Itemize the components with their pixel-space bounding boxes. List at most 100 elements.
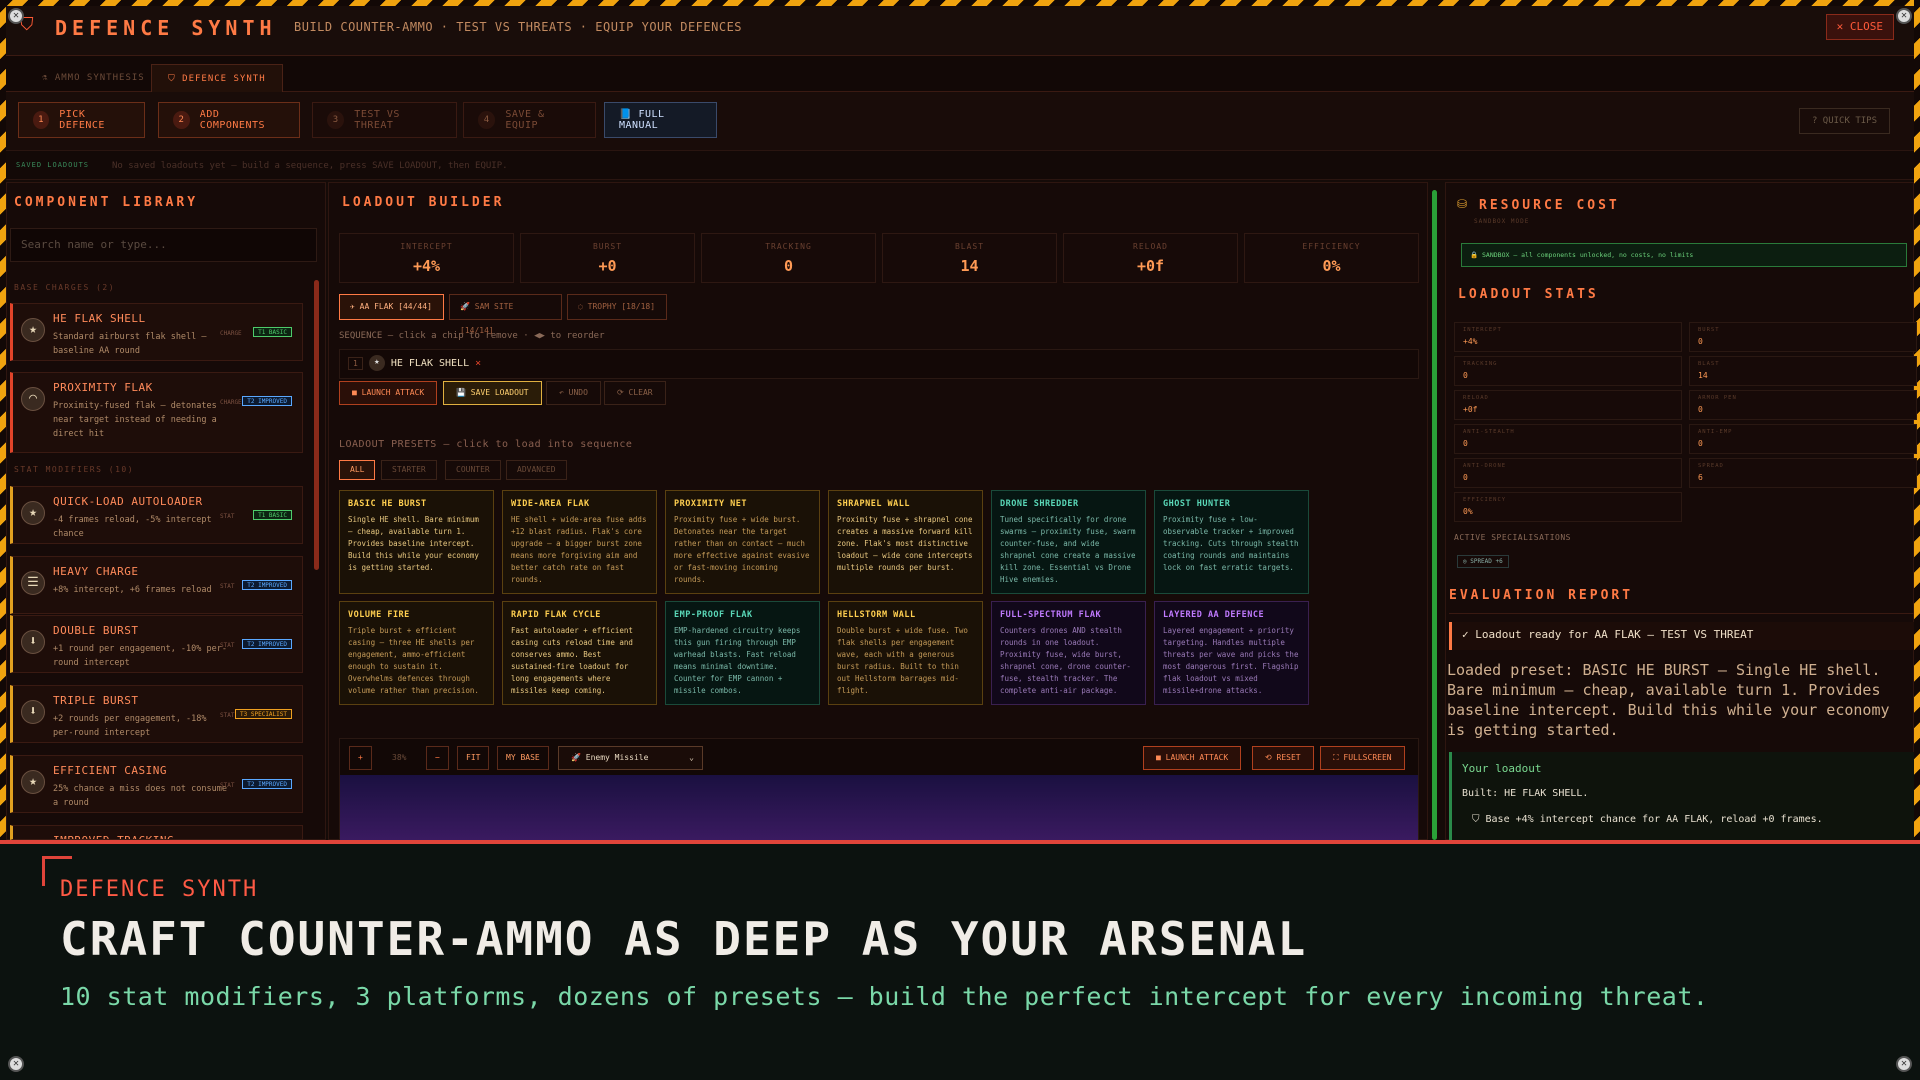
step-test-vs-threat[interactable]: 3 TEST VS THREAT — [312, 102, 457, 138]
section-stat-modifiers: STAT MODIFIERS (10) — [14, 465, 135, 474]
preset-desc: Proximity fuse + low-observable tracker … — [1163, 515, 1299, 572]
sequence-chip[interactable]: 1 ★ HE FLAK SHELL × — [348, 355, 481, 371]
component-card[interactable]: ★ HE FLAK SHELL Standard airburst flak she… — [10, 303, 303, 361]
preset-title: EMP-PROOF FLAK — [674, 610, 753, 620]
stat-box: INTERCEPT +4% — [339, 233, 514, 283]
loadout-stat: INTERCEPT +4% — [1454, 322, 1682, 352]
component-card[interactable]: ◠ PROXIMITY FLAK Proximity-fused flak — de… — [10, 372, 303, 453]
filter-all[interactable]: ALL — [339, 460, 376, 480]
component-desc: +8% intercept, +6 frames reload — [53, 585, 212, 595]
preset-card[interactable]: PROXIMITY NET Proximity fuse + wide burst… — [665, 490, 820, 594]
battle-view-canvas[interactable] — [340, 775, 1418, 840]
clear-button[interactable]: ⟳ CLEAR — [604, 381, 666, 405]
preset-desc: Proximity fuse + shrapnel cone creates a… — [837, 515, 973, 572]
saved-loadouts-empty: No saved loadouts yet — build a sequence… — [112, 161, 508, 171]
loadout-stat-value: 0 — [1698, 337, 1703, 346]
stat-box: TRACKING 0 — [701, 233, 876, 283]
preset-desc: Single HE shell. Bare minimum — cheap, a… — [348, 515, 479, 572]
sim-launch-attack-button[interactable]: ■ LAUNCH ATTACK — [1143, 746, 1242, 770]
preset-card[interactable]: BASIC HE BURST Single HE shell. Bare mini… — [339, 490, 494, 594]
preset-title: FULL-SPECTRUM FLAK — [1000, 610, 1102, 620]
step-pick-defence[interactable]: 1 PICK DEFENCE — [18, 102, 145, 138]
component-card[interactable]: ⬇ DOUBLE BURST +1 round per engagement, -1… — [10, 615, 303, 673]
my-base-button[interactable]: MY BASE — [497, 746, 549, 770]
report-text: Loaded preset: BASIC HE BURST — Single H… — [1447, 661, 1890, 739]
preset-desc: EMP-hardened circuitry keeps this gun fi… — [674, 626, 801, 695]
stat-value: 0% — [1322, 257, 1341, 275]
tab-defence-synth[interactable]: ⛉ DEFENCE SYNTH — [151, 64, 283, 92]
your-loadout-box: Your loadout Built: HE FLAK SHELL. ⛉ Bas… — [1449, 752, 1914, 840]
component-name: HEAVY CHARGE — [53, 565, 139, 578]
loadout-stat: ANTI-STEALTH 0 — [1454, 424, 1682, 454]
zoom-level: 38% — [392, 753, 407, 762]
loadout-stat-label: BURST — [1698, 327, 1720, 333]
step-bar: 1 PICK DEFENCE 2 ADD COMPONENTS 3 TEST VS T… — [6, 92, 1914, 150]
component-type: CHARGE — [220, 330, 242, 337]
preset-card[interactable]: RAPID FLAK CYCLE Fast autoloader + effici… — [502, 601, 657, 705]
component-desc: +2 rounds per engagement, -18% per-round… — [53, 714, 207, 738]
full-manual-button[interactable]: 📘 FULL MANUAL — [604, 102, 717, 138]
component-card[interactable]: ★ EFFICIENT CASING 25% chance a miss does … — [10, 755, 303, 813]
close-button[interactable]: ✕ CLOSE — [1825, 14, 1894, 40]
tab-ammo-synthesis[interactable]: ⚗ AMMO SYNTHESIS — [26, 64, 161, 92]
component-card[interactable]: ☰ HEAVY CHARGE +8% intercept, +6 frames re… — [10, 556, 303, 614]
component-card[interactable]: ★ QUICK-LOAD AUTOLOADER -4 frames reload, … — [10, 486, 303, 544]
chip-remove-icon[interactable]: × — [475, 358, 481, 369]
platform-sam-site[interactable]: 🚀 SAM SITE [14/14] — [449, 294, 562, 335]
zoom-in-button[interactable]: + — [349, 746, 372, 770]
zoom-out-button[interactable]: − — [426, 746, 449, 770]
preset-card[interactable]: SHRAPNEL WALL Proximity fuse + shrapnel c… — [828, 490, 983, 594]
preset-card[interactable]: VOLUME FIRE Triple burst + efficient casi… — [339, 601, 494, 705]
bolt-icon: ✕ — [8, 1056, 24, 1072]
loadout-stat-label: SPREAD — [1698, 463, 1724, 469]
preset-desc: Double burst + wide fuse. Two flak shell… — [837, 626, 968, 695]
filter-starter[interactable]: STARTER — [381, 460, 437, 480]
component-icon: ☰ — [21, 571, 45, 595]
tab-bar: ⚗ AMMO SYNTHESIS ⛉ DEFENCE SYNTH — [6, 56, 1914, 92]
component-desc: -4 frames reload, -5% intercept chance — [53, 515, 212, 539]
enemy-select[interactable]: 🚀 Enemy Missile ⌄ — [558, 746, 703, 770]
preset-desc: Proximity fuse + wide burst. Detonates n… — [674, 515, 810, 584]
launch-attack-button[interactable]: ■ LAUNCH ATTACK — [339, 381, 438, 405]
sequence-hint: SEQUENCE — click a chip to remove · ◀▶ t… — [339, 331, 605, 341]
preset-card[interactable]: WIDE-AREA FLAK HE shell + wide-area fuse … — [502, 490, 657, 594]
stat-box: RELOAD +0f — [1063, 233, 1238, 283]
reset-button[interactable]: ⟲ RESET — [1252, 746, 1314, 770]
library-scrollbar[interactable] — [314, 280, 319, 570]
platform-trophy[interactable]: ◌ TROPHY [18/18] — [567, 294, 667, 320]
loadout-stat: ANTI-EMP 0 — [1689, 424, 1917, 454]
preset-card[interactable]: FULL-SPECTRUM FLAK Counters drones AND st… — [991, 601, 1146, 705]
component-card[interactable]: ⬇ TRIPLE BURST +2 rounds per engagement, -… — [10, 685, 303, 743]
loadout-stat: ARMOR PEN 0 — [1689, 390, 1917, 420]
fullscreen-button[interactable]: ⛶ FULLSCREEN — [1320, 746, 1405, 770]
overlay-headline: CRAFT COUNTER-AMMO AS DEEP AS YOUR ARSEN… — [60, 912, 1308, 966]
sandbox-banner: 🔒 SANDBOX — all components unlocked, no … — [1461, 243, 1907, 267]
preset-card[interactable]: GHOST HUNTER Proximity fuse + low-observa… — [1154, 490, 1309, 594]
chip-name: HE FLAK SHELL — [390, 357, 470, 369]
component-card[interactable]: ★IMPROVED TRACKINGSTATT2 IMPROVED — [10, 825, 303, 840]
component-type: STAT — [220, 782, 235, 789]
step-add-components[interactable]: 2 ADD COMPONENTS — [158, 102, 300, 138]
search-input[interactable]: Search name or type... — [10, 228, 317, 262]
platform-aa-flak[interactable]: ✈ AA FLAK [44/44] — [339, 294, 444, 320]
sequence-bar — [339, 349, 1419, 379]
fit-button[interactable]: FIT — [457, 746, 490, 770]
loadout-stat-label: ARMOR PEN — [1698, 395, 1737, 401]
filter-counter[interactable]: COUNTER — [445, 460, 501, 480]
filter-advanced[interactable]: ADVANCED — [506, 460, 567, 480]
preset-card[interactable]: EMP-PROOF FLAK EMP-hardened circuitry kee… — [665, 601, 820, 705]
step-save-equip[interactable]: 4 SAVE & EQUIP — [463, 102, 596, 138]
top-bar — [6, 6, 1914, 56]
preset-card[interactable]: DRONE SHREDDER Tuned specifically for dro… — [991, 490, 1146, 594]
tier-badge: T1 BASIC — [253, 510, 292, 520]
loadout-stat: BURST 0 — [1689, 322, 1917, 352]
component-name: EFFICIENT CASING — [53, 764, 167, 777]
save-loadout-button[interactable]: 💾 SAVE LOADOUT — [443, 381, 542, 405]
undo-button[interactable]: ↶ UNDO — [546, 381, 601, 405]
quick-tips-button[interactable]: ? QUICK TIPS — [1798, 108, 1890, 134]
builder-scrollbar[interactable] — [1432, 190, 1437, 840]
loadout-stat: BLAST 14 — [1689, 356, 1917, 386]
preset-card[interactable]: LAYERED AA DEFENCE Layered engagement + p… — [1154, 601, 1309, 705]
component-desc: Standard airburst flak shell — baseline … — [53, 332, 207, 356]
preset-card[interactable]: HELLSTORM WALL Double burst + wide fuse. … — [828, 601, 983, 705]
